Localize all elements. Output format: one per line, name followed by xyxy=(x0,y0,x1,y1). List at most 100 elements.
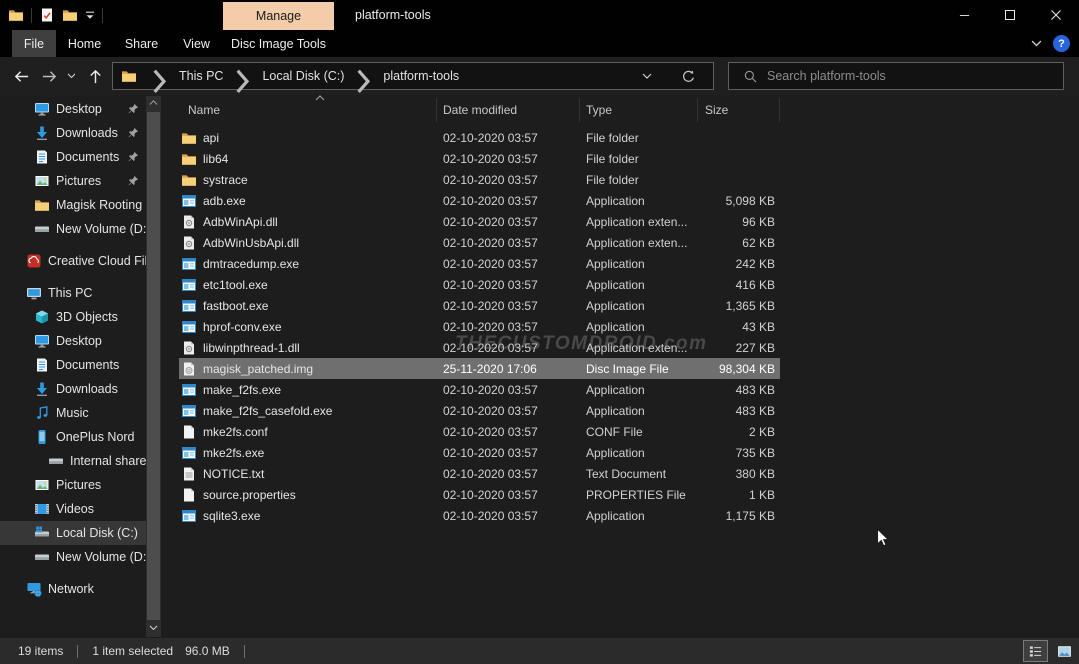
file-row-fastboot-exe[interactable]: fastboot.exe02-10-2020 03:57Application1… xyxy=(179,295,780,316)
scroll-down-arrow-icon[interactable] xyxy=(146,621,161,635)
breadcrumb-chevron-icon[interactable] xyxy=(235,68,251,84)
videos-icon xyxy=(34,501,50,517)
file-row-systrace[interactable]: systrace02-10-2020 03:57File folder xyxy=(179,169,780,190)
refresh-icon[interactable] xyxy=(681,69,696,84)
file-name-cell: mke2fs.exe xyxy=(179,445,437,461)
sidebar-item-network[interactable]: Network xyxy=(0,577,146,601)
file-row-libwinpthread-1-dll[interactable]: libwinpthread-1.dll02-10-2020 03:57Appli… xyxy=(179,337,780,358)
sidebar-item-desktop[interactable]: Desktop xyxy=(0,97,146,121)
back-button[interactable] xyxy=(8,57,34,95)
file-row-make-f2fs-casefold-exe[interactable]: make_f2fs_casefold.exe02-10-2020 03:57Ap… xyxy=(179,400,780,421)
breadcrumb-chevron-icon[interactable] xyxy=(356,68,372,84)
manage-contextual-tab[interactable]: Manage xyxy=(223,2,334,30)
breadcrumb[interactable]: This PC Local Disk (C:) platform-tools xyxy=(112,62,714,90)
file-row-sqlite3-exe[interactable]: sqlite3.exe02-10-2020 03:57Application1,… xyxy=(179,505,780,526)
sidebar-item-music[interactable]: Music xyxy=(0,401,146,425)
column-header-size[interactable]: Size xyxy=(698,98,780,122)
breadcrumb-local-disk-c[interactable]: Local Disk (C:) xyxy=(258,69,348,83)
sidebar-item-3d-objects[interactable]: 3D Objects xyxy=(0,305,146,329)
sidebar-item-label: OnePlus Nord xyxy=(56,430,135,444)
tab-share[interactable]: Share xyxy=(113,30,170,57)
sidebar-item-internal-shared[interactable]: Internal shared xyxy=(0,449,146,473)
up-button[interactable] xyxy=(82,57,108,95)
file-row-adbwinapi-dll[interactable]: AdbWinApi.dll02-10-2020 03:57Application… xyxy=(179,211,780,232)
file-name: make_f2fs.exe xyxy=(203,383,281,397)
sidebar-item-documents[interactable]: Documents xyxy=(0,145,146,169)
recent-locations-button[interactable] xyxy=(62,57,80,95)
file-row-hprof-conv-exe[interactable]: hprof-conv.exe02-10-2020 03:57Applicatio… xyxy=(179,316,780,337)
column-header-label: Name xyxy=(188,103,220,117)
downloads-icon xyxy=(34,125,50,141)
tab-view[interactable]: View xyxy=(170,30,223,57)
file-row-lib64[interactable]: lib6402-10-2020 03:57File folder xyxy=(179,148,780,169)
file-row-notice-txt[interactable]: NOTICE.txt02-10-2020 03:57Text Document3… xyxy=(179,463,780,484)
file-explorer-window: Manage platform-tools File Home Share Vi… xyxy=(0,0,1079,664)
file-size: 96 KB xyxy=(698,215,780,229)
sidebar-item-label: Desktop xyxy=(56,334,102,348)
maximize-icon xyxy=(1004,9,1016,21)
file-row-adbwinusbapi-dll[interactable]: AdbWinUsbApi.dll02-10-2020 03:57Applicat… xyxy=(179,232,780,253)
sidebar-item-pictures[interactable]: Pictures xyxy=(0,473,146,497)
breadcrumb-this-pc[interactable]: This PC xyxy=(175,69,227,83)
explorer-folder-icon[interactable] xyxy=(8,7,24,23)
sidebar-item-this-pc[interactable]: This PC xyxy=(0,281,146,305)
column-header-date-modified[interactable]: Date modified xyxy=(437,98,580,122)
close-button[interactable] xyxy=(1033,0,1079,30)
sidebar-item-new-volume-d[interactable]: New Volume (D:) xyxy=(0,545,146,569)
minimize-button[interactable] xyxy=(941,0,987,30)
thumbnail-view-button[interactable] xyxy=(1052,640,1077,662)
maximize-button[interactable] xyxy=(987,0,1033,30)
sidebar-item-documents[interactable]: Documents xyxy=(0,353,146,377)
scrollbar-thumb[interactable] xyxy=(147,112,160,620)
sidebar-item-label: 3D Objects xyxy=(56,310,118,324)
file-row-api[interactable]: api02-10-2020 03:57File folder xyxy=(179,127,780,148)
details-view-button[interactable] xyxy=(1023,640,1048,662)
sidebar-item-label: Pictures xyxy=(56,478,101,492)
sidebar-item-creative-cloud-files[interactable]: Creative Cloud Files xyxy=(0,249,146,273)
file-type: Text Document xyxy=(580,467,698,481)
sidebar-item-label: Downloads xyxy=(56,126,118,140)
customize-dropdown-icon[interactable] xyxy=(85,11,95,20)
sidebar-item-downloads[interactable]: Downloads xyxy=(0,121,146,145)
tab-home[interactable]: Home xyxy=(56,30,113,57)
breadcrumb-platform-tools[interactable]: platform-tools xyxy=(379,69,463,83)
app-icon xyxy=(181,277,197,293)
file-row-mke2fs-exe[interactable]: mke2fs.exe02-10-2020 03:57Application735… xyxy=(179,442,780,463)
file-row-magisk-patched-img[interactable]: magisk_patched.img25-11-2020 17:06Disc I… xyxy=(179,358,780,379)
sidebar-item-new-volume-d[interactable]: New Volume (D:) xyxy=(0,217,146,241)
breadcrumb-chevron-icon[interactable] xyxy=(152,68,168,84)
address-dropdown-icon[interactable] xyxy=(642,73,652,79)
sidebar-item-pictures[interactable]: Pictures xyxy=(0,169,146,193)
column-header-type[interactable]: Type xyxy=(580,98,698,122)
file-row-make-f2fs-exe[interactable]: make_f2fs.exe02-10-2020 03:57Application… xyxy=(179,379,780,400)
sidebar-item-videos[interactable]: Videos xyxy=(0,497,146,521)
window-controls xyxy=(941,0,1079,30)
properties-check-icon[interactable] xyxy=(39,7,55,23)
sidebar-scrollbar[interactable] xyxy=(146,96,161,637)
expand-ribbon-chevron-icon[interactable] xyxy=(1031,40,1042,47)
search-input[interactable]: Search platform-tools xyxy=(728,62,1064,90)
sidebar-item-oneplus-nord[interactable]: OnePlus Nord xyxy=(0,425,146,449)
new-folder-icon[interactable] xyxy=(62,7,78,23)
column-headers: Name Date modified Type Size xyxy=(163,98,780,122)
sidebar-item-local-disk-c[interactable]: Local Disk (C:) xyxy=(0,521,146,545)
file-row-etc1tool-exe[interactable]: etc1tool.exe02-10-2020 03:57Application4… xyxy=(179,274,780,295)
forward-button[interactable] xyxy=(36,57,62,95)
column-header-name[interactable]: Name xyxy=(163,98,437,122)
file-row-mke2fs-conf[interactable]: mke2fs.conf02-10-2020 03:57CONF File2 KB xyxy=(179,421,780,442)
scroll-up-arrow-icon[interactable] xyxy=(146,96,161,110)
file-name: sqlite3.exe xyxy=(203,509,260,523)
help-icon[interactable]: ? xyxy=(1053,35,1070,52)
pin-icon xyxy=(127,175,139,187)
tab-disc-image-tools[interactable]: Disc Image Tools xyxy=(223,30,334,57)
sidebar-item-desktop[interactable]: Desktop xyxy=(0,329,146,353)
file-row-dmtracedump-exe[interactable]: dmtracedump.exe02-10-2020 03:57Applicati… xyxy=(179,253,780,274)
sidebar-item-magisk-rooting[interactable]: Magisk Rooting xyxy=(0,193,146,217)
file-date-modified: 02-10-2020 03:57 xyxy=(437,341,580,355)
file-size: 416 KB xyxy=(698,278,780,292)
file-row-adb-exe[interactable]: adb.exe02-10-2020 03:57Application5,098 … xyxy=(179,190,780,211)
sidebar-item-downloads[interactable]: Downloads xyxy=(0,377,146,401)
file-type: Application xyxy=(580,509,698,523)
tab-file[interactable]: File xyxy=(12,30,56,57)
file-row-source-properties[interactable]: source.properties02-10-2020 03:57PROPERT… xyxy=(179,484,780,505)
